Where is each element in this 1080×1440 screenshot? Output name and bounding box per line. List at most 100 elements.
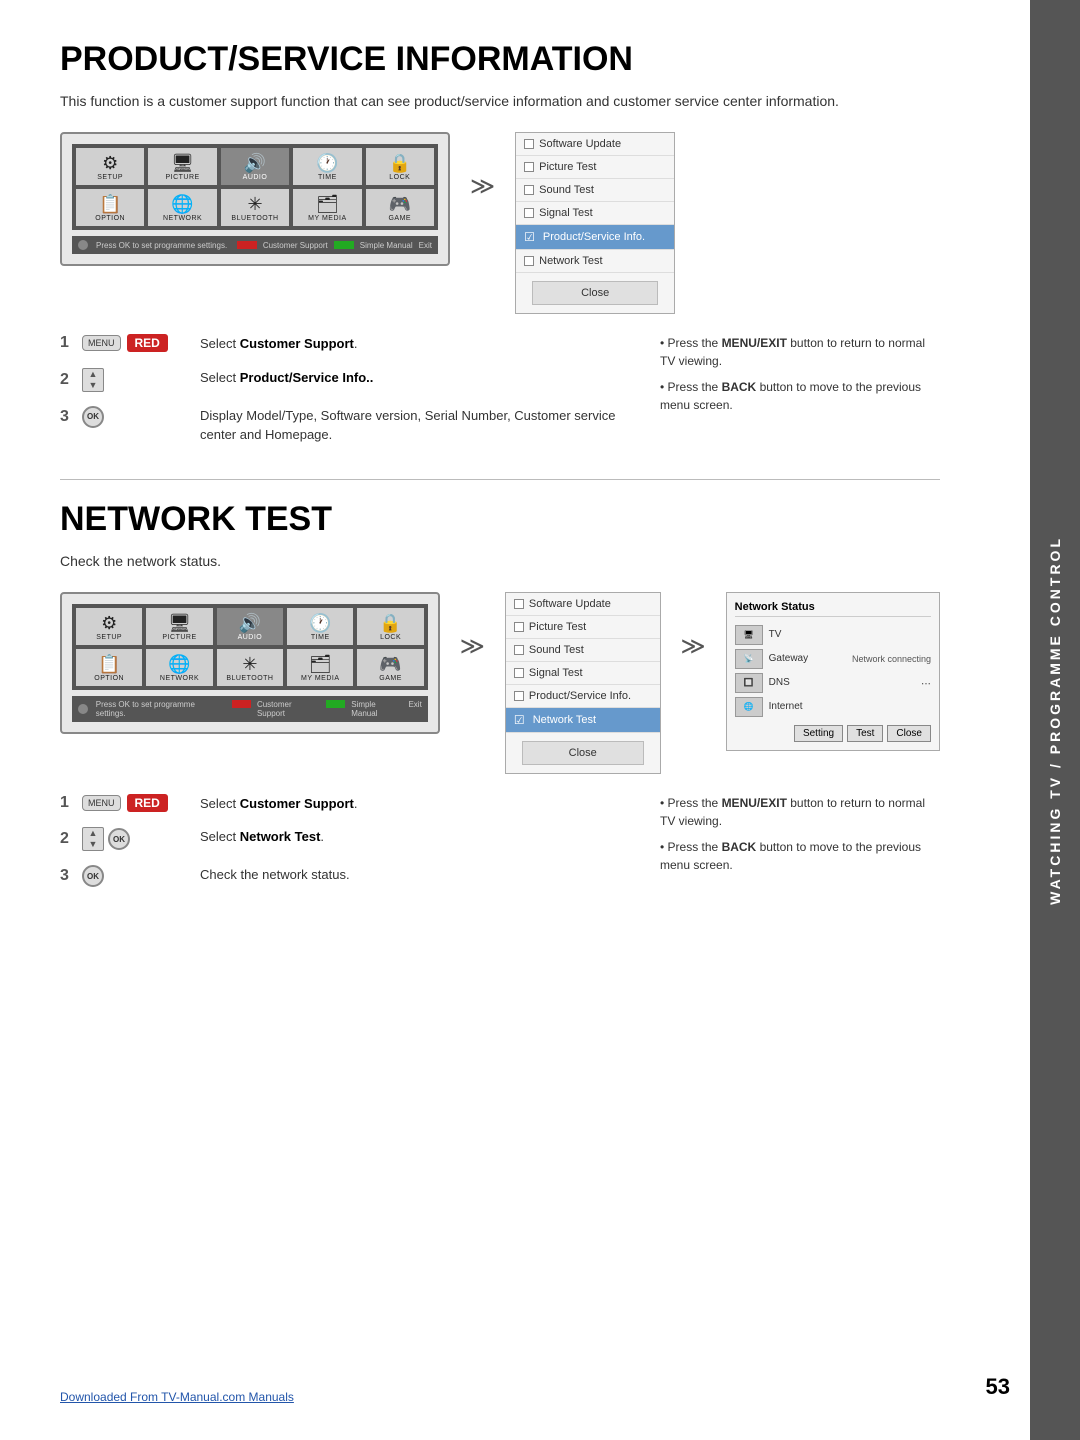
- picture-label: PICTURE: [165, 174, 199, 181]
- menu2-item-bluetooth: ✳ BLUETOOTH: [217, 649, 283, 686]
- exit-bar: Exit: [419, 241, 432, 250]
- sound-test-label: Sound Test: [539, 184, 594, 196]
- press-ok-label: Press OK to set programme settings.: [96, 241, 227, 250]
- connecting-label: Network connecting: [852, 654, 931, 664]
- gateway-network-icon: 📡: [735, 649, 763, 669]
- ok-button-2[interactable]: OK: [108, 828, 130, 850]
- ok-circle2-icon: [78, 704, 88, 714]
- menu-btn-label-2: MENU: [88, 798, 115, 808]
- ok-circle-icon: [78, 240, 88, 250]
- menu2-item-time: 🕐 TIME: [287, 608, 353, 645]
- customer-support-bold-1: Customer Support: [240, 336, 354, 351]
- customer-support-bar: Customer Support: [263, 241, 328, 250]
- red-btn-2: [232, 700, 251, 708]
- audio2-icon: 🔊: [239, 614, 261, 632]
- ok-button-1[interactable]: OK: [82, 406, 104, 428]
- ok-button-3[interactable]: OK: [82, 865, 104, 887]
- setup2-label: SETUP: [96, 634, 122, 641]
- signal-test-label: Signal Test: [539, 207, 593, 219]
- setup2-icon: ⚙: [101, 614, 117, 632]
- dns-network-icon: 🔲: [735, 673, 763, 693]
- menu2-item-mymedia: 🗂 MY MEDIA: [287, 649, 353, 686]
- side2-menu-item-network-test: ☑ Network Test: [506, 708, 660, 733]
- nav-down-arrow-2[interactable]: ▼: [83, 839, 103, 850]
- network-test-label-2: Network Test: [533, 714, 596, 726]
- tip1-1: • Press the MENU/EXIT button to return t…: [660, 334, 940, 370]
- picture-test-label: Picture Test: [539, 161, 596, 173]
- section1-title: PRODUCT/SERVICE INFORMATION: [60, 40, 940, 79]
- network-setting-button[interactable]: Setting: [794, 725, 843, 742]
- network-diagram: 🖥 TV 📡 Gateway Network connecting 🔲 DNS …: [735, 625, 931, 717]
- s2-step2-num: 2: [60, 830, 76, 848]
- menu2-item-picture: 🖥 PICTURE: [146, 608, 212, 645]
- page-number: 53: [986, 1374, 1010, 1400]
- time2-label: TIME: [311, 634, 330, 641]
- ok-btn-label-2: OK: [113, 835, 125, 844]
- check-signal-test: [524, 208, 534, 218]
- s2-step2-wrap: 2 ▲ ▼ OK: [60, 827, 190, 851]
- bluetooth-icon: ✳: [247, 195, 262, 213]
- step2-text: Select Product/Service Info..: [200, 368, 630, 388]
- side-menu-close-1[interactable]: Close: [532, 281, 658, 305]
- tv-screen-2: ⚙ SETUP 🖥 PICTURE 🔊 AUDIO 🕐 TIME 🔒: [60, 592, 440, 734]
- network-close-button[interactable]: Close: [887, 725, 931, 742]
- check2-picture-test: [514, 622, 524, 632]
- section1-step3: 3 OK Display Model/Type, Software versio…: [60, 406, 630, 445]
- menu2-item-game: 🎮 GAME: [357, 649, 423, 686]
- network2-label: NETWORK: [160, 675, 199, 682]
- network-test-label: Network Test: [539, 255, 602, 267]
- internet-network-icon: 🌐: [735, 697, 763, 717]
- network-test-button[interactable]: Test: [847, 725, 883, 742]
- picture2-icon: 🖥: [168, 614, 191, 632]
- menu2-item-audio: 🔊 AUDIO: [217, 608, 283, 645]
- bluetooth2-icon: ✳: [242, 655, 257, 673]
- time-icon: 🕐: [316, 154, 338, 172]
- network-status-title: Network Status: [735, 601, 931, 617]
- signal-test-label-2: Signal Test: [529, 667, 583, 679]
- lock2-label: LOCK: [380, 634, 401, 641]
- footer-link[interactable]: Downloaded From TV-Manual.com Manuals: [60, 1390, 294, 1404]
- tip1-2: • Press the BACK button to move to the p…: [660, 378, 940, 414]
- menu2-item-network: 🌐 NETWORK: [146, 649, 212, 686]
- check2-network-test-icon: ☑: [514, 713, 525, 727]
- dns-network-label: DNS: [769, 677, 790, 688]
- bluetooth2-label: BLUETOOTH: [226, 675, 273, 682]
- product-info-label-2: Product/Service Info.: [529, 690, 631, 702]
- menu-button-2[interactable]: MENU: [82, 795, 121, 811]
- mymedia2-label: MY MEDIA: [301, 675, 340, 682]
- customer-support-bold-2: Customer Support: [240, 796, 354, 811]
- side-menu-item-signal-test: Signal Test: [516, 202, 674, 225]
- check-software-update: [524, 139, 534, 149]
- option-icon: 📋: [99, 195, 121, 213]
- menu-btn-label: MENU: [88, 338, 115, 348]
- ok-btn-label: OK: [87, 412, 99, 421]
- side-menu-2: Software Update Picture Test Sound Test …: [505, 592, 661, 774]
- menu-button-1[interactable]: MENU: [82, 335, 121, 351]
- section2-step1: 1 MENU RED Select Customer Support.: [60, 794, 630, 814]
- picture-icon: 🖥: [171, 154, 194, 172]
- section2-tips: • Press the MENU/EXIT button to return t…: [660, 794, 940, 882]
- option2-label: OPTION: [94, 675, 124, 682]
- green-btn: [334, 241, 354, 249]
- option2-icon: 📋: [98, 655, 120, 673]
- step2-wrap: 2 ▲ ▼: [60, 368, 190, 392]
- nav-up-arrow-2[interactable]: ▲: [83, 828, 103, 839]
- side-menu-1: Software Update Picture Test Sound Test …: [515, 132, 675, 314]
- tip2-1: • Press the MENU/EXIT button to return t…: [660, 794, 940, 830]
- menu-item-mymedia: 🗂 MY MEDIA: [293, 189, 361, 226]
- tv-bottom-bar-2: Press OK to set programme settings. Cust…: [72, 696, 428, 722]
- side-menu-close-2[interactable]: Close: [522, 741, 644, 765]
- check2-signal-test: [514, 668, 524, 678]
- back-bold-1: BACK: [722, 380, 757, 394]
- network-dots: ∙∙∙: [921, 676, 931, 690]
- menu-exit-bold-1: MENU/EXIT: [722, 336, 787, 350]
- network-test-bold: Network Test: [240, 829, 321, 844]
- side2-menu-item-picture-test: Picture Test: [506, 616, 660, 639]
- section1-screenshot-area: ⚙ SETUP 🖥 PICTURE 🔊 AUDIO 🕐 TIME 🔒: [60, 132, 940, 314]
- bluetooth-label: BLUETOOTH: [231, 215, 278, 222]
- nav-down-arrow[interactable]: ▼: [83, 380, 103, 391]
- tv-menu-grid-2: ⚙ SETUP 🖥 PICTURE 🔊 AUDIO 🕐 TIME 🔒: [72, 604, 428, 690]
- option-label: OPTION: [95, 215, 125, 222]
- section2-screenshot-area: ⚙ SETUP 🖥 PICTURE 🔊 AUDIO 🕐 TIME 🔒: [60, 592, 940, 774]
- nav-up-arrow[interactable]: ▲: [83, 369, 103, 380]
